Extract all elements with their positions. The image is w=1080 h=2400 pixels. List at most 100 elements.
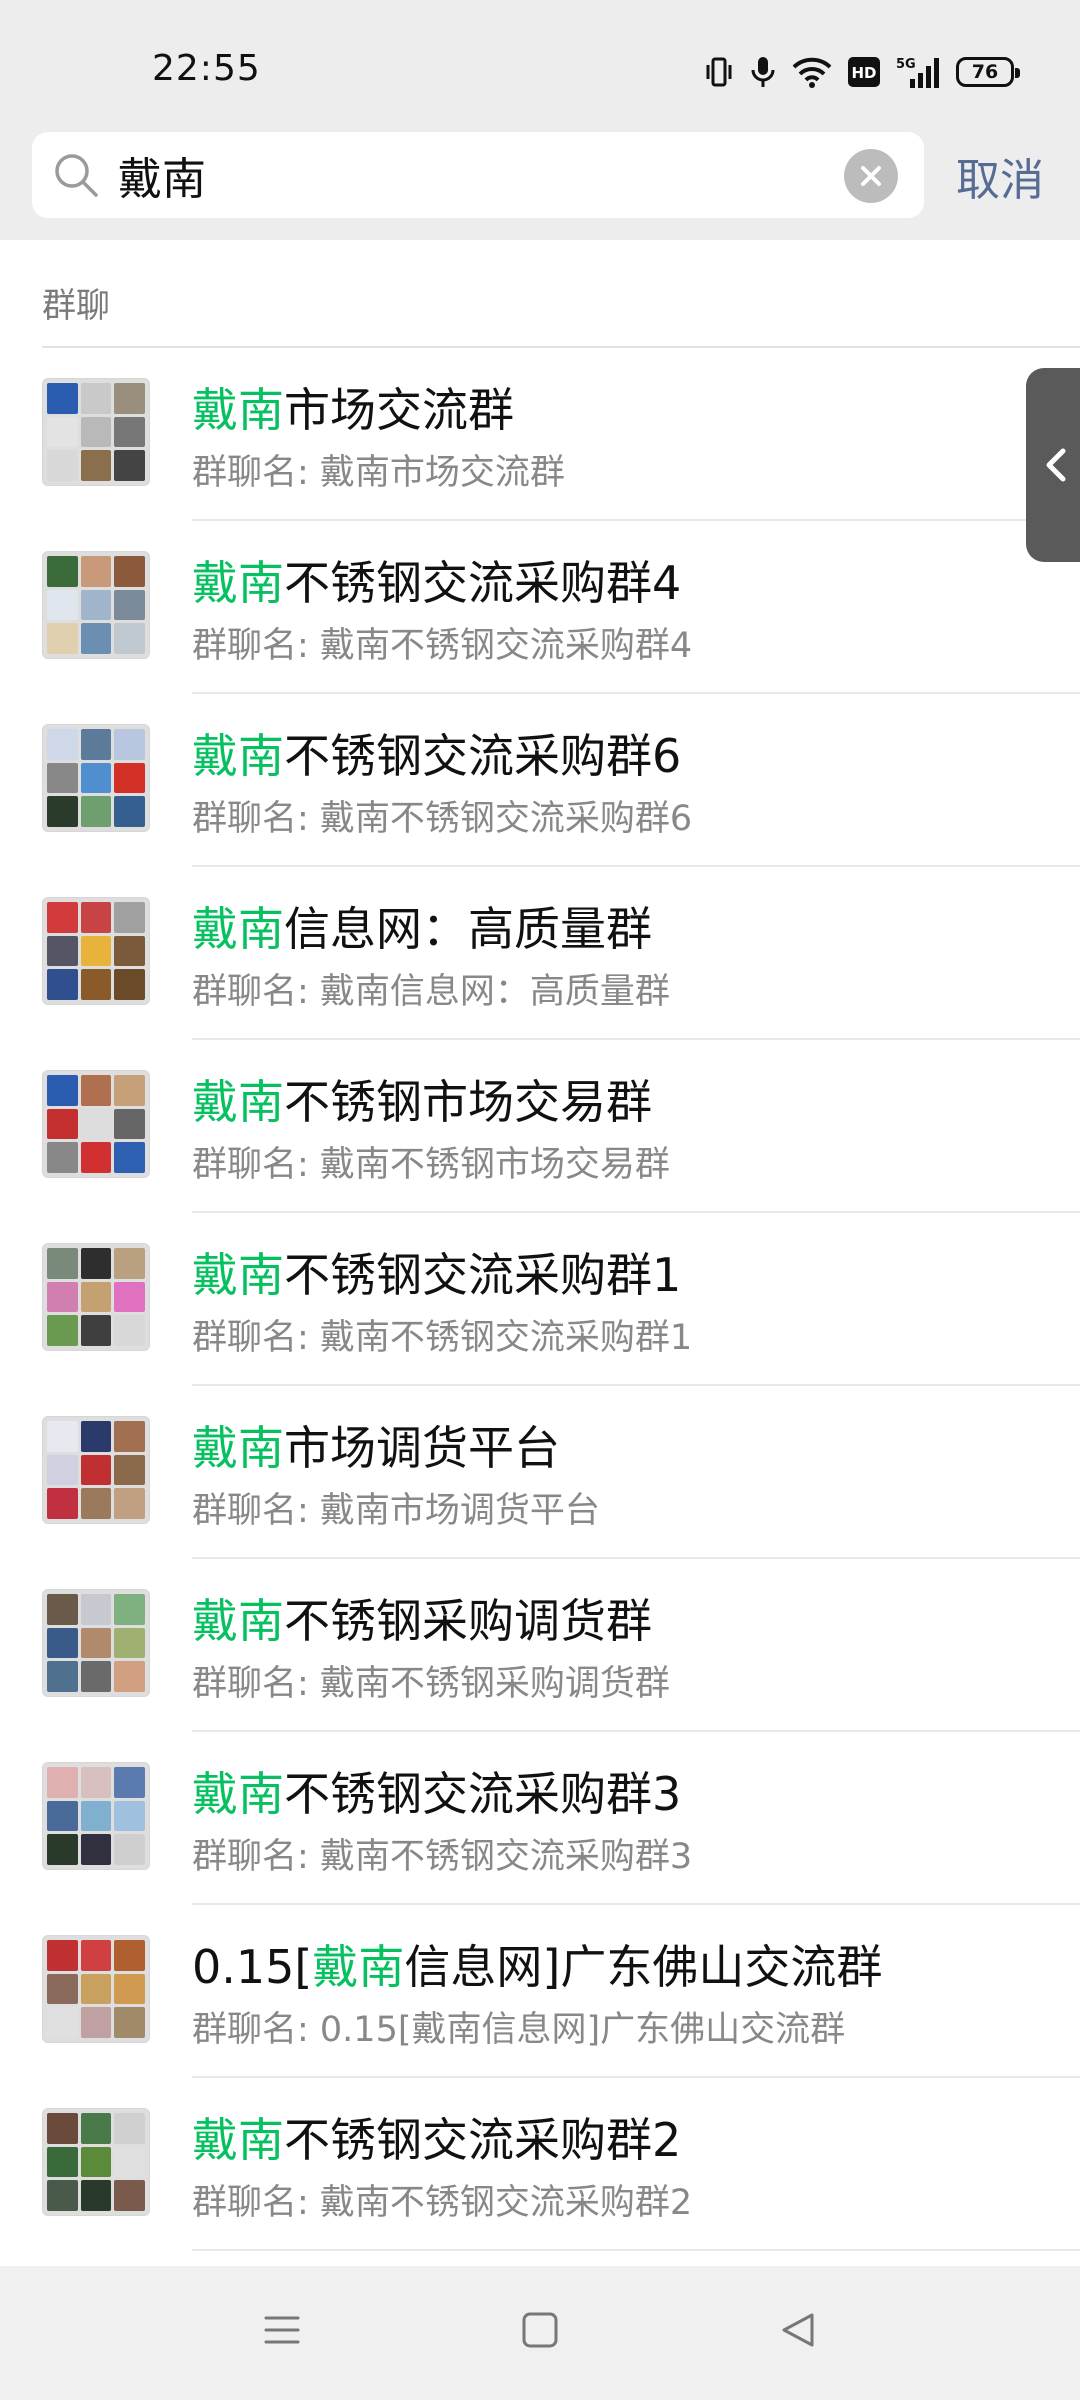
- avatar-tile: [47, 556, 78, 587]
- group-avatar: [42, 1243, 150, 1351]
- search-result-row[interactable]: 戴南市场调货平台 群聊名: 戴南市场调货平台: [0, 1386, 1080, 1559]
- avatar-tile: [114, 1800, 145, 1832]
- avatar-tile: [47, 2113, 78, 2144]
- search-result-row[interactable]: 0.15[戴南信息网]广东佛山交流群 群聊名: 0.15[戴南信息网]广东佛山交…: [0, 1905, 1080, 2078]
- avatar-tile: [47, 1594, 78, 1625]
- side-panel-handle[interactable]: [1026, 368, 1080, 562]
- avatar-tile: [114, 1488, 145, 1519]
- avatar-tile: [47, 383, 78, 414]
- search-result-row[interactable]: 戴南不锈钢交流采购群3 群聊名: 戴南不锈钢交流采购群3: [0, 1732, 1080, 1905]
- avatar-tile: [80, 1075, 112, 1106]
- name-suffix: 不锈钢采购调货群: [284, 1594, 652, 1648]
- avatar-tile: [47, 1142, 78, 1173]
- home-icon[interactable]: [520, 2310, 560, 2350]
- avatar-tile: [114, 1108, 145, 1140]
- avatar-tile: [47, 1248, 78, 1279]
- avatar-tile: [80, 2146, 112, 2178]
- avatar-tile: [47, 935, 78, 967]
- avatar-tile: [47, 1454, 78, 1486]
- avatar-tile: [47, 1488, 78, 1519]
- name-suffix: 信息网：高质量群: [284, 902, 652, 956]
- avatar-tile: [80, 1594, 112, 1625]
- avatar-tile: [80, 729, 112, 760]
- avatar-tile: [114, 623, 145, 654]
- avatar-tile: [80, 1315, 112, 1346]
- search-result-row[interactable]: 戴南不锈钢市场交易群 群聊名: 戴南不锈钢市场交易群: [0, 1040, 1080, 1213]
- avatar-tile: [47, 796, 78, 827]
- avatar-tile: [80, 556, 112, 587]
- search-result-row[interactable]: 戴南不锈钢交流采购群6 群聊名: 戴南不锈钢交流采购群6: [0, 694, 1080, 867]
- search-result-row[interactable]: 戴南不锈钢交流采购群4 群聊名: 戴南不锈钢交流采购群4: [0, 521, 1080, 694]
- avatar-tile: [114, 1834, 145, 1865]
- hd-icon: HD: [848, 57, 880, 87]
- avatar-tile: [114, 762, 145, 794]
- menu-icon[interactable]: [262, 2310, 302, 2350]
- avatar-tile: [47, 1108, 78, 1140]
- cancel-button[interactable]: 取消: [956, 144, 1044, 208]
- avatar-tile: [114, 383, 145, 414]
- keyword-highlight: 戴南: [192, 1421, 284, 1475]
- search-icon: [55, 154, 98, 197]
- group-avatar: [42, 1589, 150, 1697]
- status-icons: HD 5G 76: [704, 52, 1020, 92]
- svg-text:HD: HD: [851, 64, 876, 82]
- search-bar[interactable]: [32, 132, 924, 218]
- name-suffix: 不锈钢交流采购群4: [284, 556, 682, 610]
- group-avatar: [42, 897, 150, 1005]
- group-name: 戴南不锈钢交流采购群6: [192, 720, 681, 786]
- keyword-highlight: 戴南: [192, 902, 284, 956]
- search-result-row[interactable]: 戴南市场交流群 群聊名: 戴南市场交流群: [0, 348, 1080, 521]
- avatar-tile: [80, 1800, 112, 1832]
- search-results-list: 戴南市场交流群 群聊名: 戴南市场交流群 戴南不锈钢交流采购群4 群聊名: 戴南…: [0, 348, 1080, 2251]
- group-name-detail: 群聊名: 戴南不锈钢采购调货群: [192, 1664, 670, 1704]
- avatar-tile: [114, 1940, 145, 1971]
- group-name: 戴南不锈钢市场交易群: [192, 1066, 652, 1132]
- avatar-tile: [80, 1488, 112, 1519]
- name-suffix: 不锈钢交流采购群2: [284, 2113, 682, 2167]
- avatar-tile: [114, 1454, 145, 1486]
- avatar-tile: [114, 416, 145, 448]
- avatar-tile: [80, 1627, 112, 1659]
- avatar-tile: [80, 1767, 112, 1798]
- group-name: 戴南不锈钢交流采购群2: [192, 2104, 681, 2170]
- avatar-tile: [80, 902, 112, 933]
- group-name-detail: 群聊名: 戴南不锈钢交流采购群2: [192, 2183, 693, 2223]
- group-name: 0.15[戴南信息网]广东佛山交流群: [192, 1931, 882, 1997]
- search-result-row[interactable]: 戴南信息网：高质量群 群聊名: 戴南信息网：高质量群: [0, 867, 1080, 1040]
- wifi-icon: [792, 57, 832, 88]
- avatar-tile: [114, 1248, 145, 1279]
- avatar-tile: [47, 902, 78, 933]
- status-bar: 22:55 HD 5G 76: [0, 0, 1080, 130]
- search-result-row[interactable]: 戴南不锈钢交流采购群2 群聊名: 戴南不锈钢交流采购群2: [0, 2078, 1080, 2251]
- avatar-tile: [47, 1834, 78, 1865]
- avatar-tile: [80, 1661, 112, 1692]
- avatar-tile: [80, 2113, 112, 2144]
- clear-search-button[interactable]: [844, 149, 898, 203]
- search-result-row[interactable]: 戴南不锈钢交流采购群1 群聊名: 戴南不锈钢交流采购群1: [0, 1213, 1080, 1386]
- avatar-tile: [47, 1315, 78, 1346]
- avatar-tile: [114, 1142, 145, 1173]
- avatar-tile: [114, 1315, 145, 1346]
- avatar-tile: [114, 1661, 145, 1692]
- back-icon[interactable]: [778, 2310, 818, 2350]
- group-name: 戴南不锈钢交流采购群4: [192, 547, 681, 613]
- name-suffix: 市场调货平台: [284, 1421, 560, 1475]
- avatar-tile: [47, 2146, 78, 2178]
- avatar-tile: [47, 589, 78, 621]
- avatar-tile: [114, 2113, 145, 2144]
- name-suffix: 不锈钢交流采购群6: [284, 729, 682, 783]
- avatar-tile: [114, 796, 145, 827]
- top-bar: 22:55 HD 5G 76 戴南 取消: [0, 0, 1080, 240]
- search-input[interactable]: [118, 142, 838, 208]
- avatar-tile: [80, 1973, 112, 2005]
- search-result-row[interactable]: 戴南不锈钢采购调货群 群聊名: 戴南不锈钢采购调货群: [0, 1559, 1080, 1732]
- avatar-tile: [80, 1834, 112, 1865]
- avatar-tile: [47, 1940, 78, 1971]
- avatar-tile: [47, 1800, 78, 1832]
- avatar-tile: [80, 796, 112, 827]
- avatar-tile: [80, 1248, 112, 1279]
- group-name: 戴南不锈钢采购调货群: [192, 1585, 652, 1651]
- avatar-tile: [47, 762, 78, 794]
- avatar-tile: [114, 556, 145, 587]
- avatar-tile: [114, 2180, 145, 2211]
